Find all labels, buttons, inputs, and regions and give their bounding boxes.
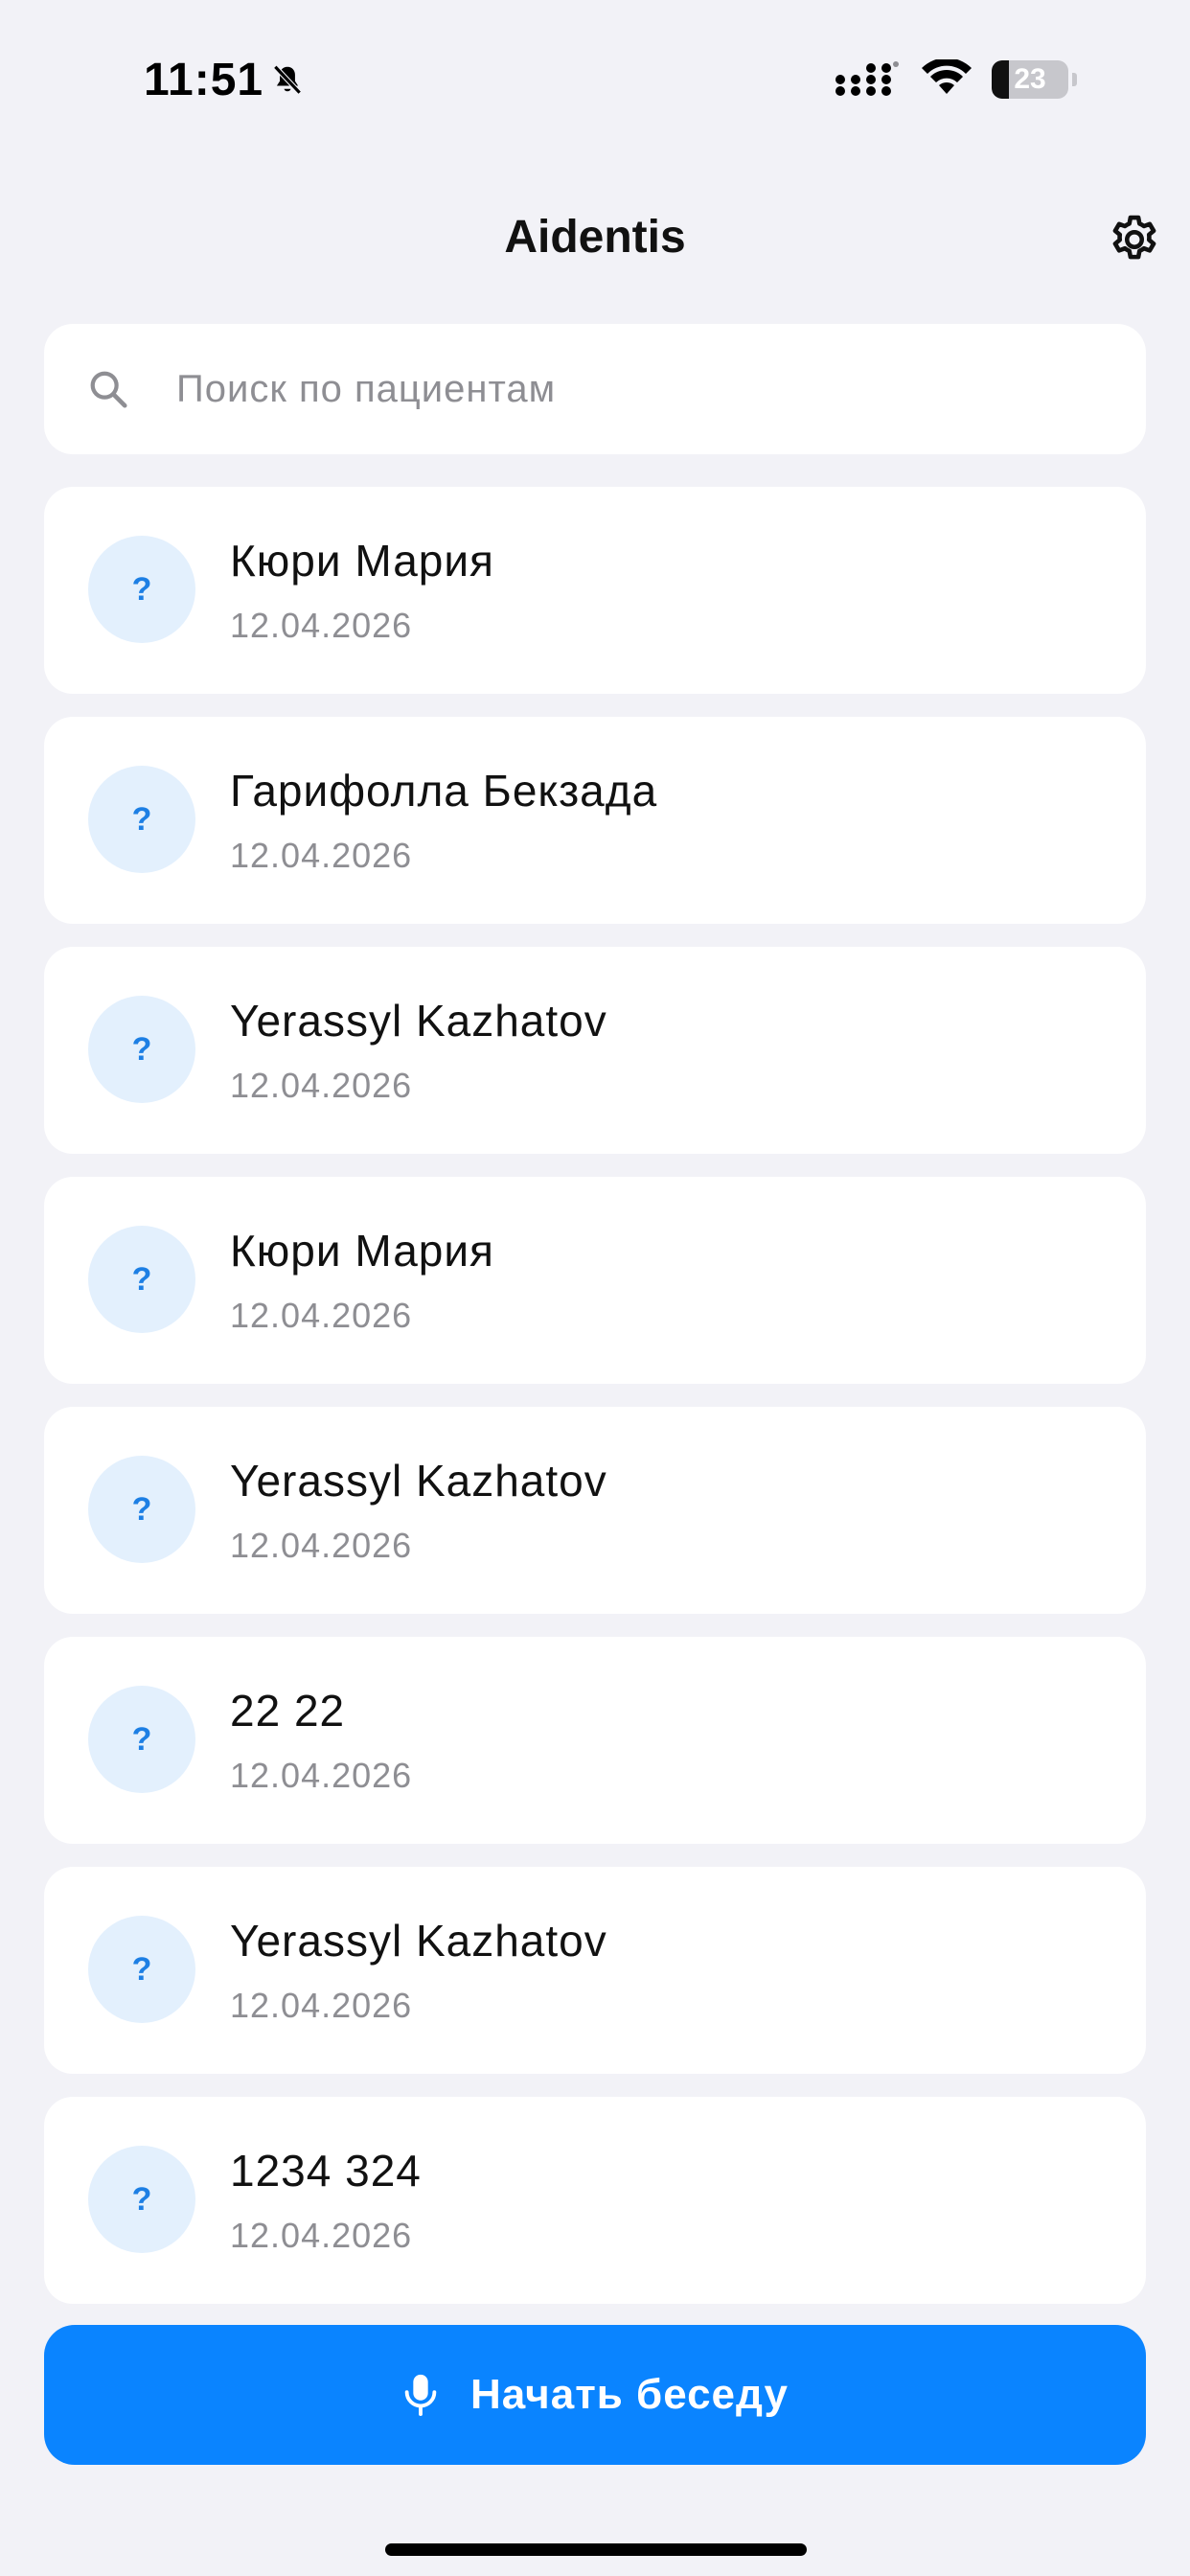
patient-card[interactable]: ? Кюри Мария 12.04.2026 <box>44 487 1146 694</box>
wifi-icon <box>922 59 972 94</box>
status-indicators: 23 <box>833 59 1077 100</box>
patient-date: 12.04.2026 <box>230 606 413 645</box>
patient-card[interactable]: ? 22 22 12.04.2026 <box>44 1637 1146 1844</box>
avatar: ? <box>88 1226 195 1333</box>
avatar: ? <box>88 536 195 643</box>
battery-level-fill <box>992 60 1010 99</box>
patient-date: 12.04.2026 <box>230 836 413 875</box>
avatar: ? <box>88 996 195 1103</box>
status-time-text: 11:51 <box>144 55 264 105</box>
microphone-icon <box>404 2374 437 2417</box>
patient-card[interactable]: ? Кюри Мария 12.04.2026 <box>44 1177 1146 1384</box>
page-title: Aidentis <box>504 212 686 263</box>
battery-tip <box>1072 73 1077 86</box>
patient-name: 22 22 <box>230 1686 346 1736</box>
patient-list: ? Кюри Мария 12.04.2026 ? Гарифолла Бекз… <box>44 487 1146 2327</box>
avatar: ? <box>88 1456 195 1563</box>
patient-name: Yerassyl Kazhatov <box>230 1916 607 1966</box>
avatar: ? <box>88 2146 195 2253</box>
patient-name: Yerassyl Kazhatov <box>230 996 607 1046</box>
battery-percent: 23 <box>1014 63 1046 95</box>
avatar: ? <box>88 1686 195 1793</box>
patient-card[interactable]: ? Yerassyl Kazhatov 12.04.2026 <box>44 1407 1146 1614</box>
avatar: ? <box>88 1916 195 2023</box>
home-indicator[interactable] <box>385 2543 807 2556</box>
gear-icon <box>1112 215 1156 260</box>
start-conversation-label: Начать беседу <box>470 2371 789 2418</box>
patient-date: 12.04.2026 <box>230 1066 413 1105</box>
avatar: ? <box>88 766 195 873</box>
patient-card[interactable]: ? Yerassyl Kazhatov 12.04.2026 <box>44 947 1146 1154</box>
patient-name: 1234 324 <box>230 2146 422 2196</box>
battery-icon: 23 <box>992 60 1068 99</box>
start-conversation-button[interactable]: Начать беседу <box>44 2325 1146 2465</box>
search-icon <box>90 371 127 408</box>
patient-date: 12.04.2026 <box>230 1986 413 2025</box>
search-input[interactable] <box>174 366 1041 412</box>
patient-name: Гарифолла Бекзада <box>230 766 658 816</box>
patient-date: 12.04.2026 <box>230 2216 413 2255</box>
settings-button[interactable] <box>1104 209 1165 270</box>
search-bar[interactable] <box>44 324 1146 454</box>
bell-slash-icon <box>273 64 302 95</box>
patient-date: 12.04.2026 <box>230 1296 413 1335</box>
nav-bar: Aidentis <box>0 192 1190 288</box>
cellular-signal-icon <box>835 61 899 96</box>
patient-card[interactable]: ? Гарифолла Бекзада 12.04.2026 <box>44 717 1146 924</box>
status-bar: 11:51 23 <box>0 0 1190 163</box>
patient-date: 12.04.2026 <box>230 1756 413 1795</box>
patient-name: Yerassyl Kazhatov <box>230 1456 607 1506</box>
patient-name: Кюри Мария <box>230 536 494 586</box>
patient-card[interactable]: ? Yerassyl Kazhatov 12.04.2026 <box>44 1867 1146 2074</box>
patient-date: 12.04.2026 <box>230 1526 413 1565</box>
patient-card[interactable]: ? 1234 324 12.04.2026 <box>44 2097 1146 2304</box>
patient-name: Кюри Мария <box>230 1226 494 1276</box>
status-time: 11:51 <box>144 54 306 106</box>
